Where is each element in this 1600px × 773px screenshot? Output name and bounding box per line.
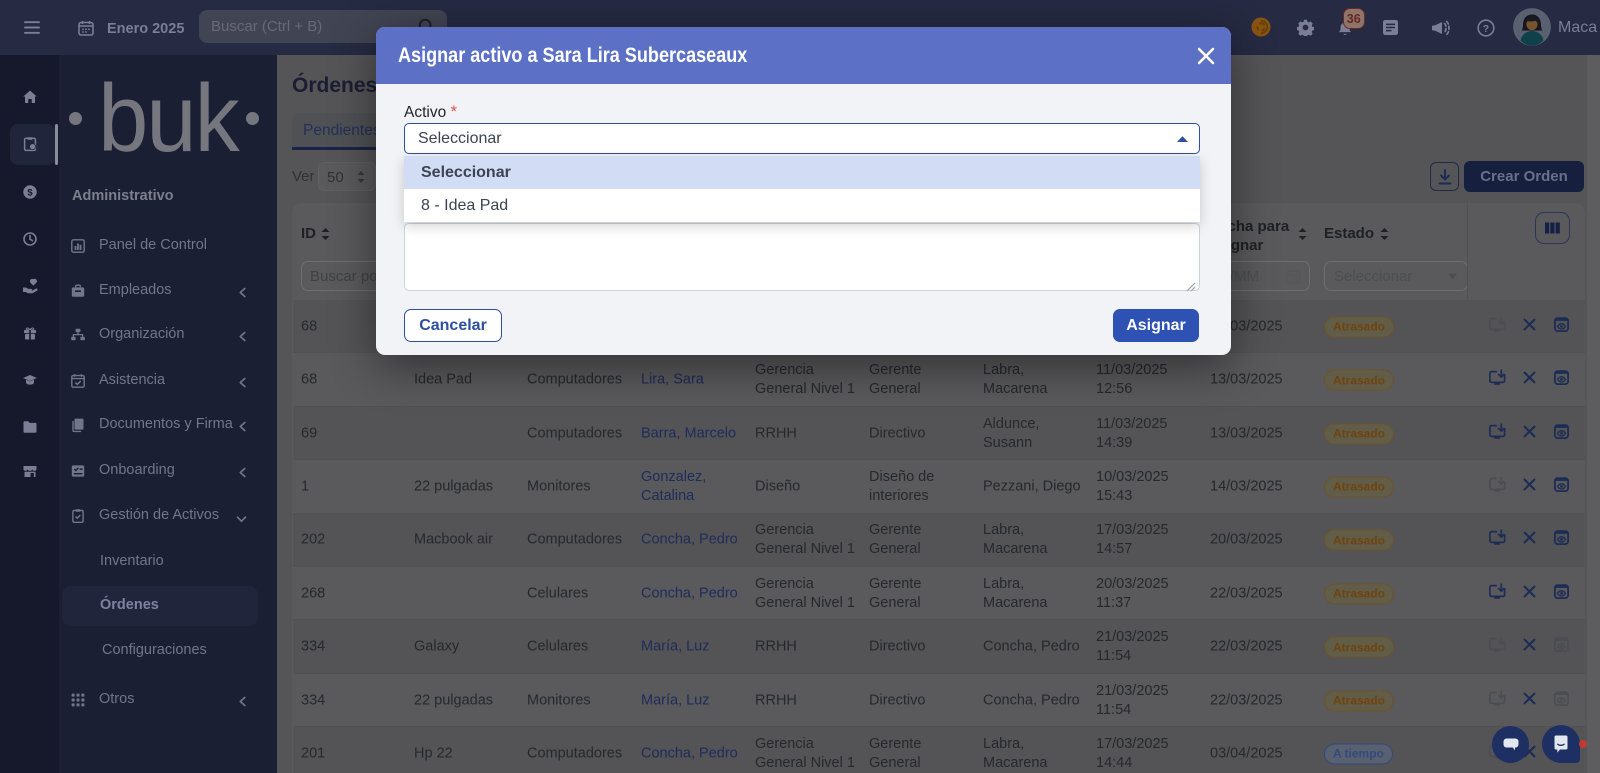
svg-text:?: ? (1483, 23, 1489, 35)
svg-text:$: $ (27, 187, 33, 198)
